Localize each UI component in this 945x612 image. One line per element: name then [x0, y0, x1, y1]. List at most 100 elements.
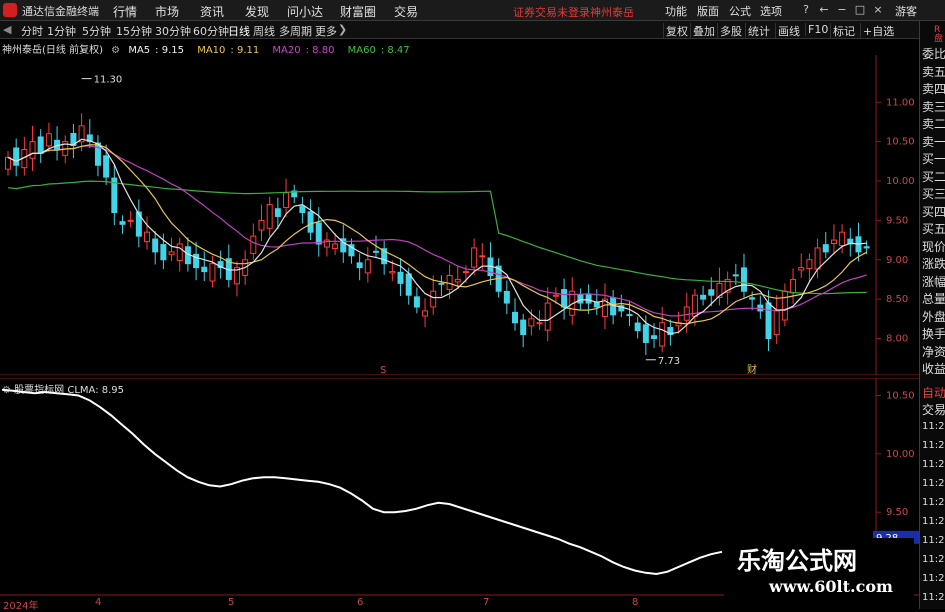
panel-label: 卖三	[922, 99, 945, 114]
panel-label: 总量	[922, 292, 945, 306]
menu-quotes[interactable]: 行情	[113, 3, 137, 20]
y-tick-label: 10.50	[886, 137, 915, 148]
candle-body	[422, 310, 429, 317]
candle-body	[266, 204, 273, 229]
y-tick-label: 10.00	[886, 449, 915, 460]
period-60min[interactable]: 60分钟	[193, 23, 229, 39]
y-tick-label: 8.50	[886, 294, 908, 305]
y-tick-label: 9.50	[886, 507, 908, 518]
btn-mark[interactable]: 标记	[830, 23, 857, 39]
period-weekly[interactable]: 周线	[253, 23, 275, 39]
tick-time: 11:29	[922, 573, 945, 584]
candle-body	[814, 247, 821, 270]
panel-label: 卖五	[922, 64, 945, 79]
candle-body	[152, 238, 159, 253]
btn-add-favorite[interactable]: +自选	[860, 23, 896, 39]
candle-body	[561, 289, 568, 308]
ma60-line	[7, 180, 867, 295]
period-30min[interactable]: 30分钟	[155, 23, 191, 39]
candle-body	[274, 208, 281, 217]
period-multi[interactable]: 多周期	[279, 23, 312, 39]
candle-body	[626, 314, 633, 317]
candle-body	[683, 306, 690, 321]
candle-body	[250, 235, 257, 254]
menu-formula[interactable]: 公式	[729, 3, 751, 19]
date-label: 8	[632, 597, 639, 608]
trade-label[interactable]: 交易	[922, 402, 945, 419]
menu-market[interactable]: 市场	[155, 3, 179, 20]
maximize-icon[interactable]: □	[852, 2, 868, 17]
panel-label: 外盘	[922, 309, 945, 324]
candle-body	[798, 267, 805, 271]
broker-status[interactable]: 证券交易未登录	[513, 4, 590, 20]
menu-function[interactable]: 功能	[665, 3, 687, 19]
y-tick-label: 11.00	[886, 97, 915, 108]
candle-body	[740, 267, 747, 292]
period-intraday[interactable]: 分时	[21, 23, 43, 39]
candle-body	[364, 259, 371, 274]
tick-time: 11:29	[922, 554, 945, 565]
period-toolbar: ◀ 分时 1分钟 5分钟 15分钟 30分钟 60分钟 日线 周线 多周期 更多…	[0, 21, 919, 39]
menu-wealth[interactable]: 财富圈	[340, 3, 376, 20]
period-1min[interactable]: 1分钟	[47, 23, 76, 39]
date-label: 2024年	[3, 601, 39, 612]
login-guest[interactable]: 游客	[895, 3, 917, 19]
candle-body	[863, 246, 870, 249]
candle-body	[822, 244, 829, 253]
menu-ask[interactable]: 问小达	[287, 3, 323, 20]
candle-body	[544, 302, 551, 331]
menu-news[interactable]: 资讯	[200, 3, 224, 20]
candle-body	[479, 255, 486, 258]
candlestick-chart[interactable]: 11.00 10.50 10.00 9.50 9.00 8.50 8.00 11.30 7.73…	[0, 55, 919, 375]
event-marker: 财	[747, 363, 757, 375]
candle-body	[299, 205, 306, 213]
candle-body	[536, 322, 543, 325]
minimize-icon[interactable]: −	[834, 2, 850, 17]
candle-body	[732, 274, 739, 277]
btn-f10[interactable]: F10	[805, 23, 830, 36]
menu-options[interactable]: 选项	[760, 3, 782, 19]
candle-body	[781, 290, 788, 321]
btn-overlay[interactable]: 叠加	[690, 23, 717, 39]
panel-label: 涨幅	[922, 274, 945, 289]
tick-time: 11:29	[922, 592, 945, 603]
menu-layout[interactable]: 版面	[697, 3, 719, 19]
candle-body	[94, 142, 101, 166]
candle-body	[839, 231, 846, 246]
period-more[interactable]: 更多	[315, 23, 337, 39]
menu-discover[interactable]: 发现	[245, 3, 269, 20]
candle-body	[5, 156, 11, 170]
btn-draw[interactable]: 画线	[775, 23, 802, 39]
candle-body	[749, 297, 756, 300]
y-tick-label: 10.00	[886, 176, 915, 187]
period-15min[interactable]: 15分钟	[116, 23, 152, 39]
auto-label[interactable]: 自动	[922, 385, 945, 402]
period-5min[interactable]: 5分钟	[82, 23, 111, 39]
tick-time: 11:29	[922, 497, 945, 508]
candle-body	[462, 271, 469, 274]
event-marker: S	[380, 365, 386, 375]
candle-body	[45, 133, 52, 147]
candle-body	[209, 263, 216, 282]
candle-body	[454, 278, 461, 283]
date-label: 4	[95, 597, 102, 608]
candle-body	[830, 239, 837, 245]
candle-body	[356, 262, 363, 269]
help-icon[interactable]: ?	[798, 2, 814, 17]
y-tick-label: 8.00	[886, 334, 908, 345]
btn-multi-stock[interactable]: 多股	[717, 23, 744, 39]
back-icon[interactable]: ←	[816, 2, 832, 17]
panel-label: 委比	[922, 47, 945, 61]
close-icon[interactable]: ×	[870, 2, 886, 17]
candle-body	[168, 251, 175, 256]
candle-body	[430, 290, 437, 308]
btn-adjust[interactable]: 复权	[663, 23, 690, 39]
menu-trade[interactable]: 交易	[394, 3, 418, 20]
tick-time: 11:29	[922, 535, 945, 546]
period-daily[interactable]: 日线	[228, 23, 250, 39]
btn-statistics[interactable]: 统计	[745, 23, 772, 39]
menu-bar: 通达信金融终端 行情 市场 资讯 发现 问小达 财富圈 交易 证券交易未登录 神…	[0, 0, 945, 21]
chevron-right-icon[interactable]: ❯	[338, 23, 347, 36]
candle-body	[119, 221, 126, 225]
back-arrow-icon[interactable]: ◀	[3, 23, 11, 36]
